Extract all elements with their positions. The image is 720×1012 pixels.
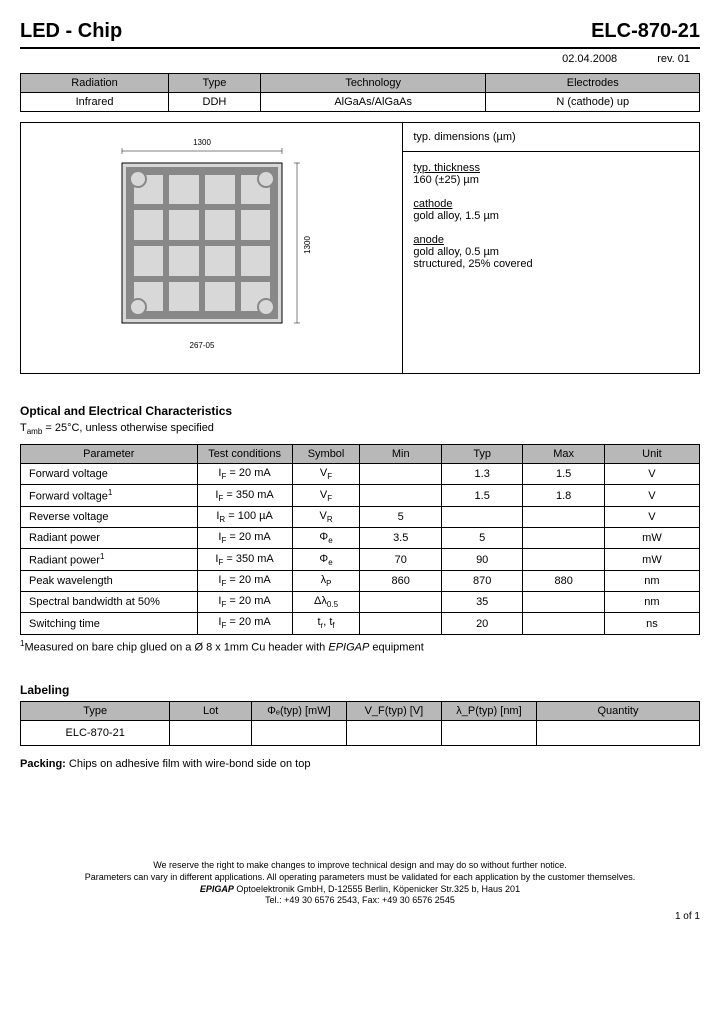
th-typ: Typ [441,445,522,464]
th-max: Max [523,445,604,464]
td-type: DDH [169,93,261,112]
chip-diagram-cell: 1300 1300 [21,123,403,373]
th-lambda: λ_P(typ) [nm] [441,702,536,721]
footer-line2: Parameters can vary in different applica… [20,872,700,884]
labeling-vf [346,721,441,746]
packing-line: Packing: Chips on adhesive film with wir… [20,758,700,770]
footer-line1: We reserve the right to make changes to … [20,860,700,872]
labeling-phi [251,721,346,746]
page-footer: We reserve the right to make changes to … [20,860,700,907]
th-type: Type [169,74,261,93]
labeling-qty [536,721,699,746]
measurement-footnote: 1Measured on bare chip glued on a Ø 8 x … [20,639,700,654]
diagram-id: 267-05 [189,341,214,350]
th-qty: Quantity [536,702,699,721]
labeling-type: ELC-870-21 [21,721,170,746]
th-ltype: Type [21,702,170,721]
doc-date: 02.04.2008 [562,53,617,65]
dimensions-body: typ. thickness 160 (±25) µm cathode gold… [403,152,699,280]
table-row: Switching timeIF = 20 mAtr, tf20ns [21,613,700,634]
td-electrodes: N (cathode) up [486,93,700,112]
doc-title: LED - Chip [20,20,122,43]
conditions-note: Tamb = 25°C, unless otherwise specified [20,422,700,436]
page-header: LED - Chip ELC-870-21 [20,20,700,49]
right-dim-label: 1300 [303,236,312,254]
anode-value2: structured, 25% covered [413,258,689,270]
chip-diagram: 1300 1300 [82,133,342,363]
labeling-table: Type Lot Φₑ(typ) [mW] V_F(typ) [V] λ_P(t… [20,701,700,746]
doc-rev: rev. 01 [657,53,690,65]
labeling-lambda [441,721,536,746]
th-min: Min [360,445,441,464]
th-testcond: Test conditions [197,445,292,464]
dimension-text-cell: typ. dimensions (µm) typ. thickness 160 … [403,123,699,373]
th-phi: Φₑ(typ) [mW] [251,702,346,721]
classification-table: Radiation Type Technology Electrodes Inf… [20,73,700,112]
th-vf: V_F(typ) [V] [346,702,441,721]
table-row: Radiant power1IF = 350 mAΦe7090mW [21,549,700,571]
anode-value1: gold alloy, 0.5 µm [413,246,689,258]
part-number: ELC-870-21 [591,20,700,43]
th-radiation: Radiation [21,74,169,93]
th-unit: Unit [604,445,699,464]
table-row: Spectral bandwidth at 50%IF = 20 mAΔλ0.5… [21,592,700,613]
datasheet-page: LED - Chip ELC-870-21 02.04.2008 rev. 01… [0,20,720,922]
th-technology: Technology [260,74,486,93]
page-number: 1 of 1 [20,911,700,922]
table-row: Forward voltageIF = 20 mAVF1.31.5V [21,464,700,485]
table-row: Radiant powerIF = 20 mAΦe3.55mW [21,528,700,549]
cathode-label: cathode [413,198,689,210]
optical-title: Optical and Electrical Characteristics [20,404,700,418]
labeling-lot [170,721,251,746]
parameters-table: Parameter Test conditions Symbol Min Typ… [20,444,700,634]
thickness-value: 160 (±25) µm [413,174,689,186]
th-lot: Lot [170,702,251,721]
dimensions-title: typ. dimensions (µm) [403,123,699,152]
td-radiation: Infrared [21,93,169,112]
top-dim-label: 1300 [193,138,211,147]
th-parameter: Parameter [21,445,198,464]
footer-line3: EPIGAP Optoelektronik GmbH, D-12555 Berl… [20,884,700,896]
anode-label: anode [413,234,689,246]
sub-header: 02.04.2008 rev. 01 [20,49,700,69]
table-row: Reverse voltageIR = 100 µAVR5V [21,507,700,528]
dimension-block: 1300 1300 [20,122,700,374]
footer-line4: Tel.: +49 30 6576 2543, Fax: +49 30 6576… [20,895,700,907]
thickness-label: typ. thickness [413,162,689,174]
table-row: Forward voltage1IF = 350 mAVF1.51.8V [21,485,700,507]
td-technology: AlGaAs/AlGaAs [260,93,486,112]
labeling-title: Labeling [20,683,700,697]
table-row: Peak wavelengthIF = 20 mAλP860870880nm [21,571,700,592]
th-symbol: Symbol [292,445,360,464]
th-electrodes: Electrodes [486,74,700,93]
cathode-value: gold alloy, 1.5 µm [413,210,689,222]
